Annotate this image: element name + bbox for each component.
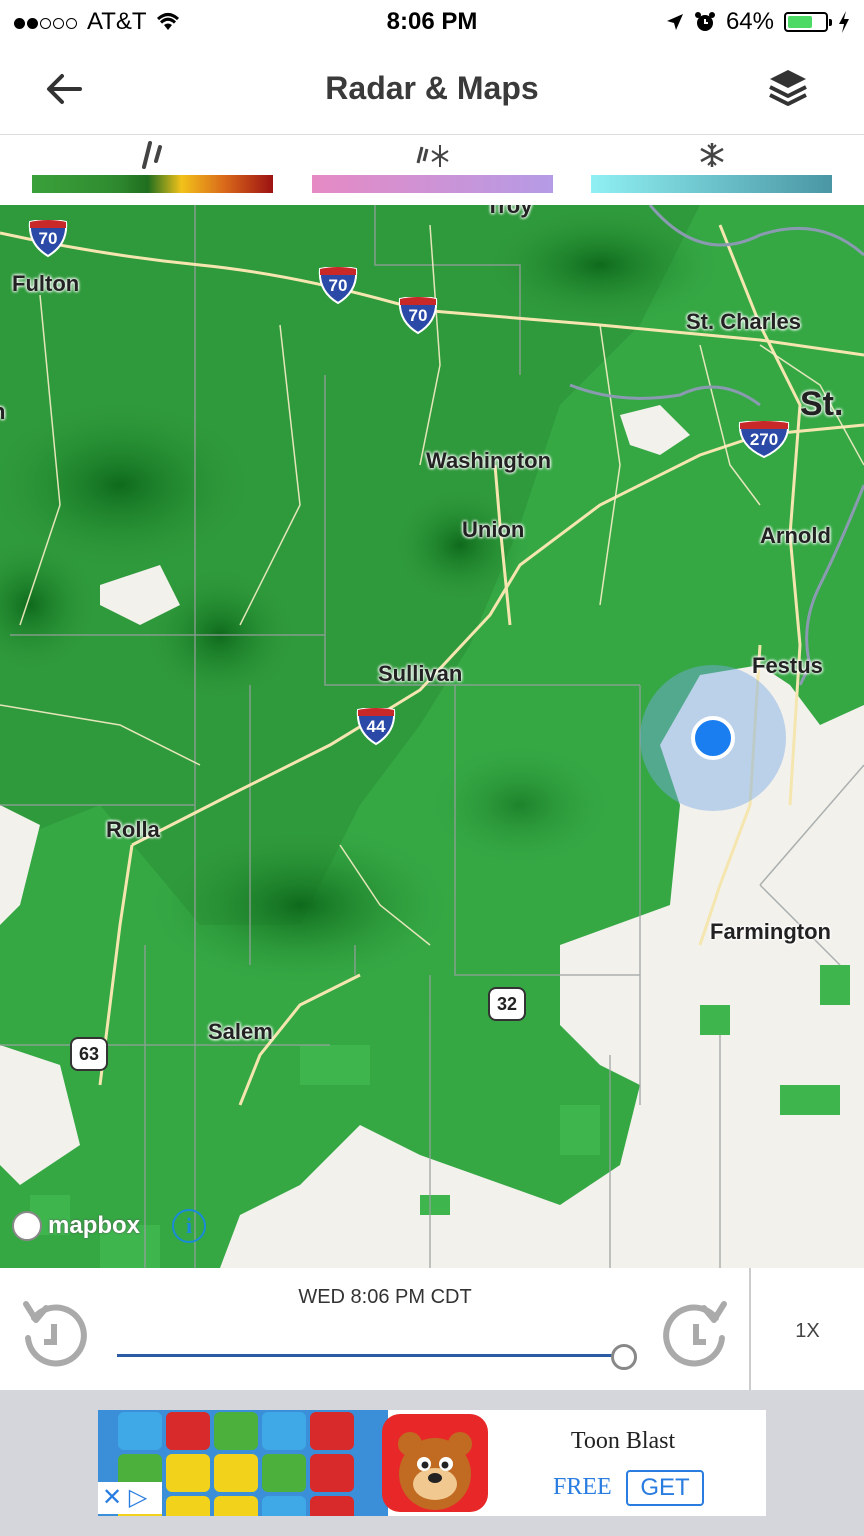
legend-snow bbox=[591, 135, 832, 205]
alarm-icon bbox=[694, 12, 715, 31]
highway-shield: 32 bbox=[488, 987, 526, 1021]
charging-icon bbox=[839, 11, 849, 33]
ad-banner[interactable]: Toon Blast FREE GET ✕ ▷ bbox=[0, 1390, 864, 1536]
ad-card[interactable]: Toon Blast FREE GET ✕ ▷ bbox=[98, 1410, 766, 1516]
city-label: St. bbox=[800, 385, 844, 423]
info-icon[interactable]: i bbox=[172, 1209, 206, 1243]
city-label: Farmington bbox=[710, 919, 831, 944]
snow-scale-bar bbox=[591, 175, 832, 193]
legend-rain bbox=[32, 135, 273, 205]
precip-legend bbox=[0, 135, 864, 205]
battery-percent: 64% bbox=[725, 8, 774, 35]
legend-mix bbox=[312, 135, 553, 205]
city-label: Arnold bbox=[760, 523, 831, 548]
ad-choices-close-icon[interactable]: ✕ ▷ bbox=[98, 1482, 162, 1514]
city-label: Union bbox=[462, 517, 525, 542]
city-label: n bbox=[0, 399, 5, 425]
layers-icon[interactable] bbox=[766, 66, 810, 110]
city-label: Sullivan bbox=[378, 661, 463, 686]
interstate-shield: 70 bbox=[318, 267, 358, 305]
city-label: Washington bbox=[426, 448, 552, 473]
rain-icon bbox=[32, 141, 273, 178]
playback-speed-button[interactable]: 1X bbox=[751, 1320, 864, 1343]
app-icon bbox=[382, 1414, 488, 1512]
snow-icon bbox=[591, 141, 832, 176]
nav-bar: Radar & Maps bbox=[0, 44, 864, 135]
radar-map[interactable]: Troy Fulton n St. Charles St. Washington… bbox=[0, 205, 864, 1268]
radar-playback-bar: WED 8:06 PM CDT 1X bbox=[0, 1268, 864, 1390]
city-label: Rolla bbox=[106, 817, 160, 842]
mix-icon bbox=[312, 141, 553, 178]
mapbox-logo-icon bbox=[12, 1211, 42, 1241]
forward-history-icon[interactable] bbox=[658, 1290, 734, 1370]
city-label: Troy bbox=[486, 205, 533, 218]
city-label: St. Charles bbox=[686, 309, 801, 334]
status-right: 64% bbox=[666, 8, 850, 36]
playback-timestamp: WED 8:06 PM CDT bbox=[298, 1286, 472, 1308]
mapbox-attribution[interactable]: mapbox bbox=[12, 1211, 140, 1241]
playback-slider-handle[interactable] bbox=[611, 1344, 637, 1370]
status-bar: AT&T 8:06 PM 64% bbox=[0, 0, 864, 44]
rain-scale-bar bbox=[32, 175, 273, 193]
playback-slider-track[interactable] bbox=[117, 1354, 619, 1357]
current-location-dot[interactable] bbox=[691, 716, 735, 760]
rewind-history-icon[interactable] bbox=[16, 1290, 92, 1370]
ad-app-name: Toon Blast bbox=[570, 1428, 676, 1454]
location-arrow-icon bbox=[666, 14, 683, 30]
mix-scale-bar bbox=[312, 175, 553, 193]
interstate-shield: 44 bbox=[356, 708, 396, 746]
page-title: Radar & Maps bbox=[325, 70, 539, 106]
interstate-shield: 270 bbox=[738, 421, 790, 459]
city-label: Festus bbox=[752, 653, 823, 678]
ad-price: FREE bbox=[553, 1474, 612, 1500]
highway-shield: 63 bbox=[70, 1037, 108, 1071]
city-label: Fulton bbox=[12, 271, 80, 296]
battery-icon bbox=[784, 12, 832, 32]
interstate-shield: 70 bbox=[398, 297, 438, 335]
ad-get-button[interactable]: GET bbox=[626, 1470, 704, 1506]
interstate-shield: 70 bbox=[28, 220, 68, 258]
city-label: Salem bbox=[208, 1019, 273, 1044]
